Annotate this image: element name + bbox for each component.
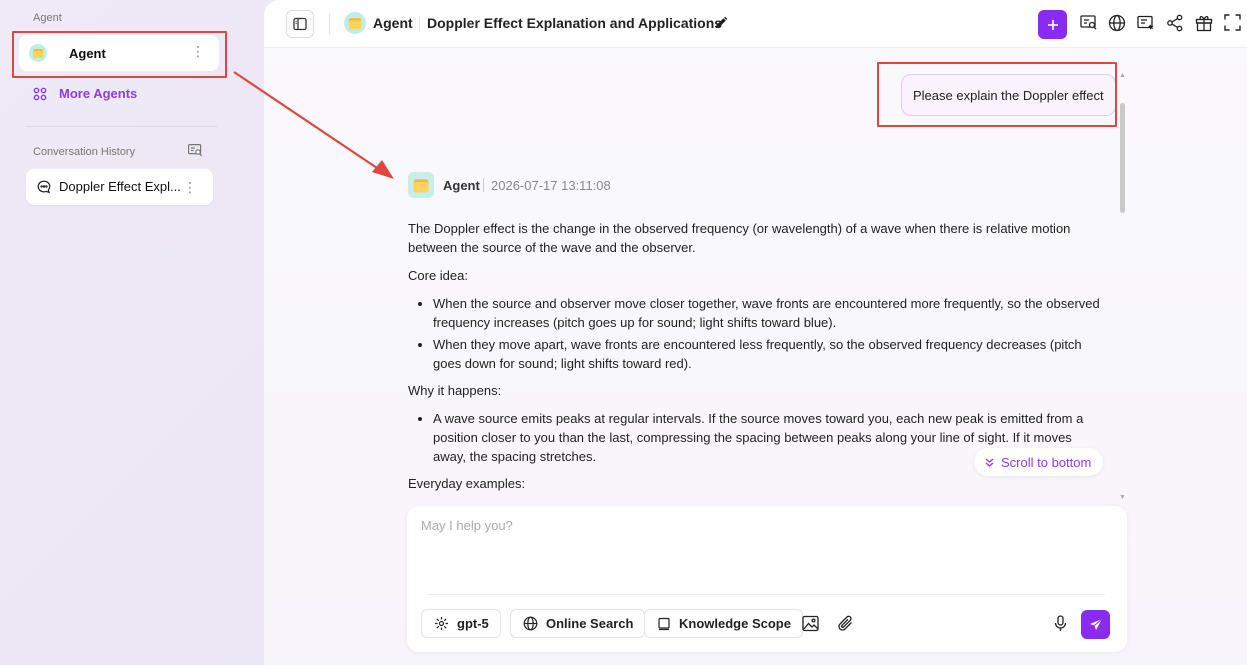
conversation-item[interactable]: Doppler Effect Expl... ⋮ [26, 169, 213, 205]
online-search-button[interactable]: Online Search [510, 609, 646, 638]
agent-avatar-icon [344, 12, 366, 37]
paperclip-icon[interactable] [837, 615, 854, 635]
send-icon [1089, 618, 1102, 630]
scrollbar-thumb[interactable] [1120, 103, 1125, 213]
sidebar: Agent Agent ⋮ More Agents Conversation H… [0, 0, 264, 665]
message-composer: gpt-5 Online Search Knowledge Scope [407, 506, 1127, 652]
settings-card-icon[interactable] [1137, 14, 1155, 35]
divider [419, 16, 420, 32]
core-idea-list: When the source and observer move closer… [433, 294, 1108, 373]
online-search-label: Online Search [546, 616, 634, 631]
message-input[interactable] [421, 518, 1111, 588]
sidebar-divider [26, 126, 218, 127]
image-upload-icon[interactable] [802, 615, 819, 635]
agent-section-label: Agent [33, 12, 62, 24]
top-bar: Agent Doppler Effect Explanation and App… [264, 0, 1247, 48]
model-icon [435, 617, 448, 630]
scroll-to-bottom-button[interactable]: Scroll to bottom [974, 448, 1104, 476]
search-chats-icon[interactable] [1080, 14, 1098, 35]
message-timestamp: 2026-07-17 13:11:08 [491, 178, 611, 193]
divider [329, 14, 330, 34]
user-message-text: Please explain the Doppler effect [913, 87, 1104, 103]
examples-heading: Everyday examples: [408, 476, 526, 491]
scroll-up-arrow-icon[interactable]: ▲ [1119, 72, 1126, 79]
share-icon[interactable] [1166, 14, 1184, 35]
knowledge-scope-button[interactable]: Knowledge Scope [644, 609, 803, 638]
user-message-bubble: Please explain the Doppler effect [901, 74, 1116, 116]
grid-icon [33, 87, 47, 100]
gift-icon[interactable] [1195, 14, 1213, 35]
more-options-icon[interactable]: ⋮ [191, 44, 205, 58]
globe-icon[interactable] [1108, 14, 1126, 35]
conversation-label: Doppler Effect Expl... [59, 179, 181, 194]
book-icon [658, 617, 670, 630]
search-history-icon[interactable] [188, 144, 203, 160]
divider [483, 178, 484, 192]
globe-icon [523, 616, 538, 631]
knowledge-scope-label: Knowledge Scope [679, 616, 791, 631]
microphone-icon[interactable] [1053, 615, 1068, 635]
agent-avatar-icon [408, 172, 434, 201]
composer-divider [427, 594, 1105, 595]
agent-avatar-icon [29, 44, 47, 65]
plus-icon [1047, 19, 1058, 30]
list-item: When they move apart, wave fronts are en… [433, 335, 1108, 373]
toggle-sidebar-button[interactable] [286, 10, 314, 38]
core-idea-heading: Core idea: [408, 268, 468, 283]
topbar-agent-name: Agent [373, 15, 413, 31]
conversation-title: Doppler Effect Explanation and Applicati… [427, 15, 723, 31]
history-label: Conversation History [33, 146, 136, 158]
intro-paragraph: The Doppler effect is the change in the … [408, 221, 1071, 255]
more-agents-link[interactable]: More Agents [33, 86, 137, 101]
sidebar-agent-label: Agent [69, 46, 106, 61]
agent-name: Agent [443, 178, 480, 193]
send-button[interactable] [1081, 610, 1110, 639]
new-chat-button[interactable] [1038, 10, 1067, 39]
model-label: gpt-5 [457, 616, 489, 631]
why-heading: Why it happens: [408, 383, 502, 398]
more-options-icon[interactable]: ⋮ [183, 179, 197, 196]
model-selector-button[interactable]: gpt-5 [421, 609, 501, 638]
double-chevron-down-icon [985, 457, 994, 467]
scroll-to-bottom-label: Scroll to bottom [1001, 454, 1092, 470]
fullscreen-icon[interactable] [1224, 14, 1241, 34]
scroll-down-arrow-icon[interactable]: ▼ [1119, 494, 1126, 501]
list-item: When the source and observer move closer… [433, 294, 1108, 332]
history-header: Conversation History [33, 143, 203, 159]
more-agents-label: More Agents [59, 86, 138, 101]
main-panel: Agent Doppler Effect Explanation and App… [264, 0, 1247, 665]
sidebar-toggle-icon [293, 17, 307, 31]
edit-pencil-icon[interactable] [714, 16, 728, 33]
sidebar-agent-item[interactable]: Agent ⋮ [19, 35, 219, 71]
chat-bubble-icon [37, 180, 51, 197]
